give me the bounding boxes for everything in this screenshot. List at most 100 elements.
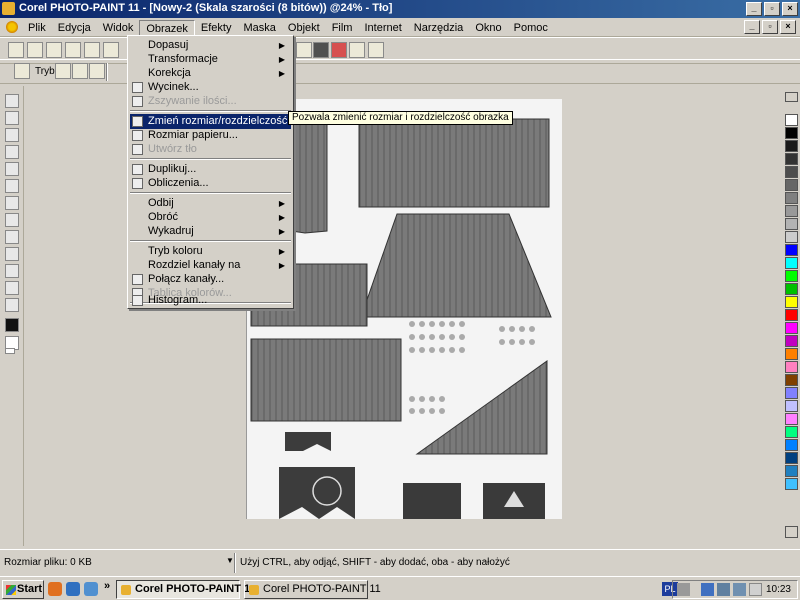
menu-maska[interactable]: Maska: [237, 20, 281, 36]
tray-monitor-icon[interactable]: [717, 583, 730, 596]
tray-network-icon[interactable]: [701, 583, 714, 596]
menu-item-polacz-kanaly[interactable]: Połącz kanały...: [130, 272, 291, 287]
menu-item-duplikuj[interactable]: Duplikuj...: [130, 162, 291, 177]
doc-restore-button[interactable]: ▫: [762, 20, 778, 34]
menu-item-histogram[interactable]: Histogram...: [130, 293, 291, 308]
tray-printer-icon[interactable]: [677, 583, 690, 596]
task-photo-paint-active[interactable]: Corel PHOTO-PAINT 1...: [116, 580, 259, 599]
menu-item-zszywanie[interactable]: Zszywanie ilości...: [130, 94, 291, 109]
fill-color-swatch[interactable]: [5, 348, 15, 354]
tray-volume-icon[interactable]: [749, 583, 762, 596]
palette-swatch[interactable]: [785, 231, 798, 243]
menu-film[interactable]: Film: [326, 20, 359, 36]
quicklaunch-chevron[interactable]: »: [104, 580, 110, 592]
print-icon[interactable]: [65, 42, 81, 58]
eraser-tool-icon[interactable]: [5, 179, 19, 193]
menu-item-utworz-tlo[interactable]: Utwórz tło: [130, 142, 291, 157]
clone-tool-icon[interactable]: [5, 213, 19, 227]
pick-tool-icon[interactable]: [5, 94, 19, 108]
menu-efekty[interactable]: Efekty: [195, 20, 238, 36]
options-dropdown-icon[interactable]: [368, 42, 384, 58]
mask-mode-icon[interactable]: [296, 42, 312, 58]
object-mode-icon[interactable]: [313, 42, 329, 58]
menu-plik[interactable]: Plik: [22, 20, 52, 36]
palette-swatch[interactable]: [785, 179, 798, 191]
doc-close-button[interactable]: ×: [780, 20, 796, 34]
new-file-icon[interactable]: [8, 42, 24, 58]
menu-item-obliczenia[interactable]: Obliczenia...: [130, 176, 291, 191]
cut-icon[interactable]: [84, 42, 100, 58]
eyedropper-tool-icon[interactable]: [5, 162, 19, 176]
menu-item-transformacje[interactable]: Transformacje ▶: [130, 52, 291, 67]
paint-tool-icon[interactable]: [5, 264, 19, 278]
palette-swatch[interactable]: [785, 244, 798, 256]
image-sprayer-tool-icon[interactable]: [5, 298, 19, 312]
explorer-icon[interactable]: [84, 582, 98, 596]
crop-tool-icon[interactable]: [5, 128, 19, 142]
palette-swatch[interactable]: [785, 166, 798, 178]
menu-item-wycinek[interactable]: Wycinek...: [130, 80, 291, 95]
menu-item-rozmiar-papieru[interactable]: Rozmiar papieru...: [130, 128, 291, 143]
menu-item-wykadruj[interactable]: Wykadruj ▶: [130, 224, 291, 239]
palette-swatch[interactable]: [785, 478, 798, 490]
menu-item-dopasuj[interactable]: Dopasuj ▶: [130, 38, 291, 53]
menu-item-obroc[interactable]: Obróć ▶: [130, 210, 291, 225]
palette-scroll-icon[interactable]: [785, 526, 798, 538]
palette-swatch[interactable]: [785, 309, 798, 321]
palette-swatch[interactable]: [785, 348, 798, 360]
palette-swatch[interactable]: [785, 127, 798, 139]
effect-tool-icon[interactable]: [5, 281, 19, 295]
menu-widok[interactable]: Widok: [97, 20, 140, 36]
palette-swatch[interactable]: [785, 270, 798, 282]
mask-rectangle-tool-icon[interactable]: [5, 111, 19, 125]
rectangle-tool-icon[interactable]: [5, 230, 19, 244]
palette-swatch[interactable]: [785, 283, 798, 295]
text-tool-icon[interactable]: [5, 196, 19, 210]
menu-item-odbij[interactable]: Odbij ▶: [130, 196, 291, 211]
menu-item-korekcja[interactable]: Korekcja ▶: [130, 66, 291, 81]
menu-pomoc[interactable]: Pomoc: [508, 20, 554, 36]
palette-swatch[interactable]: [785, 374, 798, 386]
close-button[interactable]: ×: [782, 2, 798, 16]
menu-edycja[interactable]: Edycja: [52, 20, 97, 36]
firefox-icon[interactable]: [48, 582, 62, 596]
grid-icon[interactable]: [349, 42, 365, 58]
palette-swatch[interactable]: [785, 465, 798, 477]
palette-swatch[interactable]: [785, 361, 798, 373]
document-icon[interactable]: [6, 21, 18, 33]
palette-swatch[interactable]: [785, 439, 798, 451]
mode-subtract-icon[interactable]: [89, 63, 105, 79]
palette-swatch[interactable]: [785, 205, 798, 217]
palette-swatch[interactable]: [785, 296, 798, 308]
mode-normal-icon[interactable]: [55, 63, 71, 79]
palette-swatch[interactable]: [785, 218, 798, 230]
browser-icon[interactable]: [66, 582, 80, 596]
menu-item-zmien-rozmiar[interactable]: Zmień rozmiar/rozdzielczość...: [130, 114, 297, 129]
menu-okno[interactable]: Okno: [469, 20, 507, 36]
maximize-button[interactable]: ▫: [764, 2, 780, 16]
menu-narzedzia[interactable]: Narzędzia: [408, 20, 470, 36]
palette-menu-icon[interactable]: [785, 92, 798, 102]
palette-swatch[interactable]: [785, 413, 798, 425]
palette-swatch[interactable]: [785, 452, 798, 464]
palette-swatch[interactable]: [785, 153, 798, 165]
fill-tool-icon[interactable]: [5, 247, 19, 261]
property-icon[interactable]: [14, 63, 30, 79]
mode-add-icon[interactable]: [72, 63, 88, 79]
stop-icon[interactable]: [331, 42, 347, 58]
menu-objekt[interactable]: Objekt: [282, 20, 326, 36]
palette-swatch[interactable]: [785, 114, 798, 126]
copy-icon[interactable]: [103, 42, 119, 58]
palette-swatch[interactable]: [785, 426, 798, 438]
menu-item-rozdziel-kanaly[interactable]: Rozdziel kanały na ▶: [130, 258, 291, 273]
open-file-icon[interactable]: [27, 42, 43, 58]
menu-internet[interactable]: Internet: [358, 20, 407, 36]
tray-display-icon[interactable]: [733, 583, 746, 596]
minimize-button[interactable]: _: [746, 2, 762, 16]
menu-obrazek[interactable]: Obrazek: [139, 20, 195, 36]
save-icon[interactable]: [46, 42, 62, 58]
palette-swatch[interactable]: [785, 322, 798, 334]
palette-swatch[interactable]: [785, 387, 798, 399]
palette-swatch[interactable]: [785, 257, 798, 269]
palette-swatch[interactable]: [785, 140, 798, 152]
